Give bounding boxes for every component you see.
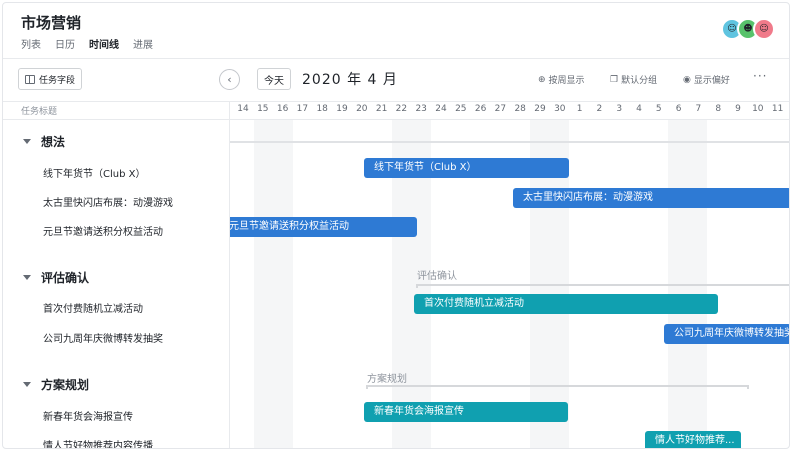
columns-icon (24, 74, 35, 84)
week-view-button[interactable]: ⊕ 按周显示 (538, 73, 585, 87)
chevron-left-icon: ‹ (227, 73, 232, 86)
group-icon: ❐ (610, 74, 619, 85)
day-header-cell: 12 (787, 104, 789, 114)
day-header-cell: 18 (316, 104, 328, 114)
current-month: 2020 年 4 月 (302, 72, 398, 88)
grid-top-divider (3, 101, 789, 102)
day-header-cell: 8 (715, 104, 722, 114)
display-prefs-button[interactable]: ◉ 显示偏好 (683, 73, 730, 87)
member-avatars[interactable]: ☺ ☻ ☺ (721, 18, 775, 40)
day-header-cell: 30 (554, 104, 566, 114)
weekend-shade (254, 120, 293, 448)
day-header-cell: 14 (237, 104, 249, 114)
group-name: 想法 (41, 135, 66, 149)
group-name: 评估确认 (41, 271, 90, 285)
task-bar[interactable]: 情人节好物推荐... (645, 431, 741, 448)
week-view-label: 按周显示 (548, 76, 585, 86)
group-by-button[interactable]: ❐ 默认分组 (610, 73, 658, 87)
group-summary-label: 评估确认 (417, 271, 457, 282)
today-button[interactable]: 今天 (257, 68, 291, 90)
group-name: 方案规划 (41, 378, 90, 392)
task-row-label[interactable]: 情人节好物推荐内容传播 (43, 437, 153, 448)
task-fields-button[interactable]: 任务字段 (18, 68, 82, 90)
day-header-cell: 6 (675, 104, 682, 114)
day-header-cell: 11 (771, 104, 784, 114)
day-header-cell: 4 (636, 104, 642, 114)
task-bar[interactable]: 元旦节邀请送积分权益活动 (230, 217, 417, 237)
task-bar[interactable]: 线下年货节（Club X） (364, 158, 569, 178)
collapse-triangle-icon[interactable] (23, 139, 31, 144)
day-header-cell: 9 (735, 104, 741, 114)
tab-calendar[interactable]: 日历 (55, 36, 75, 51)
day-header-cell: 28 (514, 104, 526, 114)
day-header-cell: 2 (596, 104, 603, 114)
display-prefs-label: 显示偏好 (693, 76, 730, 86)
day-header-cell: 29 (534, 104, 546, 114)
day-header-cell: 22 (395, 104, 408, 114)
day-header-cell: 7 (695, 104, 702, 114)
avatar[interactable]: ☺ (753, 18, 775, 40)
task-row-label[interactable]: 首次付费随机立减活动 (43, 300, 143, 315)
day-header-cell: 26 (474, 104, 487, 114)
group-header-evaluation[interactable]: 评估确认 (23, 269, 89, 286)
day-header-cell: 10 (752, 104, 764, 114)
task-title-column-header: 任务标题 (21, 107, 58, 117)
eye-icon: ◉ (683, 74, 691, 85)
header-divider (3, 58, 789, 59)
day-header-cell: 23 (415, 104, 427, 114)
task-bar[interactable]: 太古里快闪店布展：动漫游戏 (513, 188, 789, 208)
day-header-cell: 15 (257, 104, 269, 114)
day-header-cell: 25 (455, 104, 467, 114)
day-header-cell: 3 (616, 104, 623, 114)
task-bar[interactable]: 首次付费随机立减活动 (414, 294, 718, 314)
more-options-button[interactable]: ··· (753, 69, 767, 83)
group-header-planning[interactable]: 方案规划 (23, 376, 89, 393)
collapse-triangle-icon[interactable] (23, 382, 31, 387)
task-row-label[interactable]: 线下年货节（Club X） (43, 165, 145, 180)
group-summary-bar (416, 284, 789, 288)
tab-progress[interactable]: 进展 (133, 36, 153, 51)
view-tabs: 列表 日历 时间线 进展 (21, 36, 153, 51)
group-header-ideas[interactable]: 想法 (23, 133, 65, 150)
day-header-cell: 1 (576, 104, 583, 114)
task-fields-label: 任务字段 (38, 75, 75, 86)
previous-period-button[interactable]: ‹ (219, 69, 240, 90)
day-header-cell: 20 (356, 104, 368, 114)
page-title: 市场营销 (21, 14, 82, 32)
list-timeline-divider (229, 102, 230, 448)
day-header-cell: 16 (276, 104, 289, 114)
day-header-cell: 17 (296, 104, 309, 114)
task-row-label[interactable]: 元旦节邀请送积分权益活动 (43, 223, 163, 238)
task-row-label[interactable]: 太古里快闪店布展：动漫游戏 (43, 194, 173, 209)
day-header-cell: 27 (494, 104, 507, 114)
tab-list[interactable]: 列表 (21, 36, 41, 51)
task-bar[interactable]: 公司九周年庆微博转发抽奖 (664, 324, 789, 344)
day-header-cell: 19 (336, 104, 348, 114)
day-header-cell: 21 (375, 104, 388, 114)
zoom-icon: ⊕ (538, 74, 546, 85)
group-by-label: 默认分组 (621, 76, 658, 86)
day-header-cell: 24 (435, 104, 447, 114)
group-summary-bar (366, 385, 749, 389)
group-summary-bar (230, 141, 789, 143)
task-row-label[interactable]: 公司九周年庆微博转发抽奖 (43, 330, 163, 345)
day-header-cell: 5 (655, 104, 662, 114)
task-row-label[interactable]: 新春年货会海报宣传 (43, 408, 133, 423)
collapse-triangle-icon[interactable] (23, 275, 31, 280)
app-window: 市场营销 列表 日历 时间线 进展 ☺ ☻ ☺ 任务字段 ‹ 今天 2020 年… (2, 2, 790, 449)
group-summary-label: 方案规划 (367, 374, 407, 385)
task-bar[interactable]: 新春年货会海报宣传 (364, 402, 568, 422)
tab-timeline[interactable]: 时间线 (89, 36, 119, 51)
